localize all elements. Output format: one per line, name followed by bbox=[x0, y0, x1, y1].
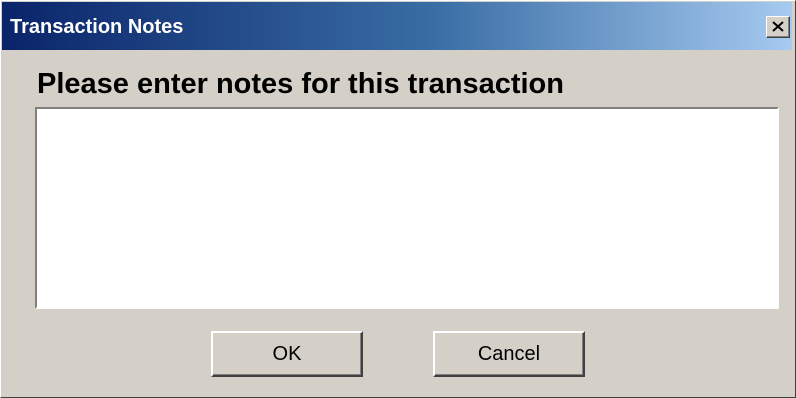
prompt-label: Please enter notes for this transaction bbox=[37, 68, 564, 100]
cancel-button[interactable]: Cancel bbox=[433, 331, 585, 377]
window-title: Transaction Notes bbox=[10, 16, 184, 38]
ok-button[interactable]: OK bbox=[211, 331, 363, 377]
close-icon bbox=[772, 21, 784, 32]
title-bar[interactable]: Transaction Notes bbox=[2, 2, 792, 50]
transaction-notes-dialog: Transaction Notes Please enter notes for… bbox=[0, 0, 796, 398]
notes-textarea[interactable] bbox=[35, 107, 779, 309]
close-button[interactable] bbox=[766, 16, 790, 38]
